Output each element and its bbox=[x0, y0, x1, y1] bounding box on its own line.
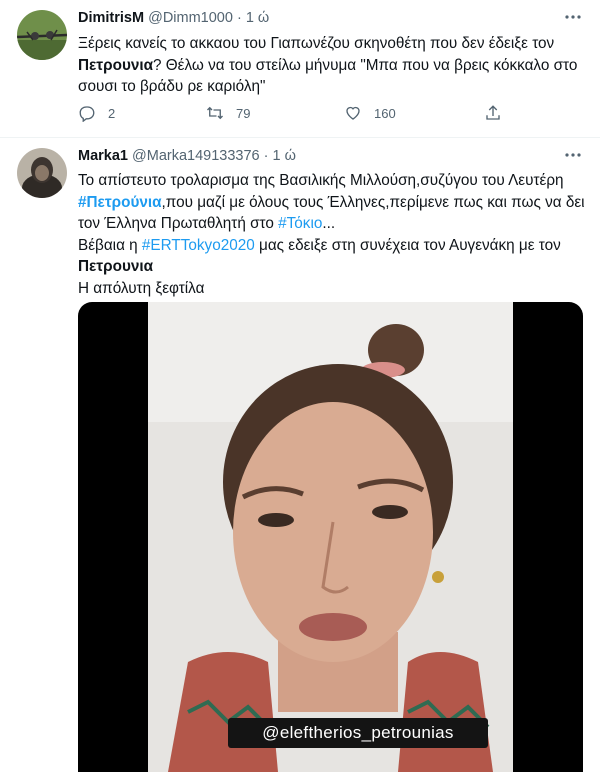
video-player[interactable]: @eleftherios_petrounias bbox=[78, 302, 583, 772]
user-handle[interactable]: @Dimm1000 bbox=[148, 10, 233, 26]
retweet-button[interactable]: 79 bbox=[206, 104, 250, 122]
user-handle[interactable]: @Marka149133376 bbox=[132, 148, 260, 164]
bold-word: Πετρουνια bbox=[78, 56, 154, 74]
more-icon[interactable] bbox=[564, 146, 582, 168]
video-thumbnail bbox=[148, 302, 513, 772]
tweet[interactable]: DimitrisM @Dimm1000 · 1 ώ Ξέρεις κανείς … bbox=[0, 0, 600, 138]
video-caption: @eleftherios_petrounias bbox=[228, 718, 488, 748]
tweet-text-line: μας εδειξε στη συνέχεια τον Αυγενάκη με … bbox=[254, 236, 561, 254]
heart-icon bbox=[346, 106, 360, 120]
bold-word: Πετρουνια bbox=[78, 258, 154, 275]
separator-dot: · bbox=[263, 148, 269, 164]
tweet-text-line: Η απόλυτη ξεφτίλα bbox=[78, 279, 205, 297]
hashtag-link[interactable]: #ERTTokyo2020 bbox=[142, 237, 255, 254]
reply-count: 2 bbox=[108, 105, 116, 121]
share-button[interactable] bbox=[484, 104, 514, 122]
tweet-timestamp[interactable]: 1 ώ bbox=[246, 10, 269, 26]
like-button[interactable]: 160 bbox=[344, 104, 396, 122]
tweet-text-line: σουσι το βράδυ ρε καριόλη" bbox=[78, 78, 266, 95]
avatar[interactable] bbox=[17, 10, 67, 60]
retweet-count: 79 bbox=[236, 105, 251, 121]
tweet-text: Ξέρεις κανείς το ακκαου του Γιαπωνέζου σ… bbox=[78, 33, 588, 98]
more-icon[interactable] bbox=[564, 8, 582, 30]
tweet-text-line: τον Έλληνα Πρωταθλητή στο bbox=[78, 215, 279, 232]
tweet-text-line: Ξέρεις κανείς το ακκαου του Γιαπωνέζου σ… bbox=[78, 35, 555, 52]
tweet-text-line: ? Θέλω να του στείλω μήνυμα "Μπα που να … bbox=[153, 56, 578, 74]
separator-dot: · bbox=[236, 10, 242, 26]
tweet-header: Marka1 @Marka149133376 · 1 ώ bbox=[78, 148, 296, 164]
share-icon bbox=[486, 105, 500, 120]
tweet-actions: 2 79 160 bbox=[78, 104, 518, 124]
tweet-text-line: ,που μαζί με όλους τους Έλληνες,περίμενε… bbox=[161, 193, 585, 211]
avatar[interactable] bbox=[17, 148, 67, 198]
like-count: 160 bbox=[374, 105, 396, 121]
tweet-text-line: ... bbox=[322, 215, 336, 232]
display-name[interactable]: DimitrisM bbox=[78, 10, 144, 26]
avatar-image bbox=[17, 148, 67, 198]
tweet-text-line: Το απίστευτο τρολαρισμα της Βασιλικής Μι… bbox=[78, 172, 564, 189]
tweet-header: DimitrisM @Dimm1000 · 1 ώ bbox=[78, 10, 269, 26]
retweet-icon bbox=[207, 106, 223, 120]
display-name[interactable]: Marka1 bbox=[78, 148, 128, 164]
reply-button[interactable]: 2 bbox=[78, 104, 115, 122]
tweet-text-line: Βέβαια η bbox=[78, 236, 142, 254]
tweet[interactable]: Marka1 @Marka149133376 · 1 ώ Το απίστευτ… bbox=[0, 138, 600, 772]
hashtag-link[interactable]: #Τόκιο bbox=[278, 215, 322, 232]
avatar-image bbox=[17, 10, 67, 60]
video-frame: @eleftherios_petrounias bbox=[148, 302, 513, 772]
tweet-text: Το απίστευτο τρολαρισμα της Βασιλικής Μι… bbox=[78, 170, 588, 299]
tweet-timestamp[interactable]: 1 ώ bbox=[273, 148, 296, 164]
reply-icon bbox=[79, 106, 95, 122]
hashtag-link[interactable]: #Πετρούνια bbox=[78, 194, 162, 211]
